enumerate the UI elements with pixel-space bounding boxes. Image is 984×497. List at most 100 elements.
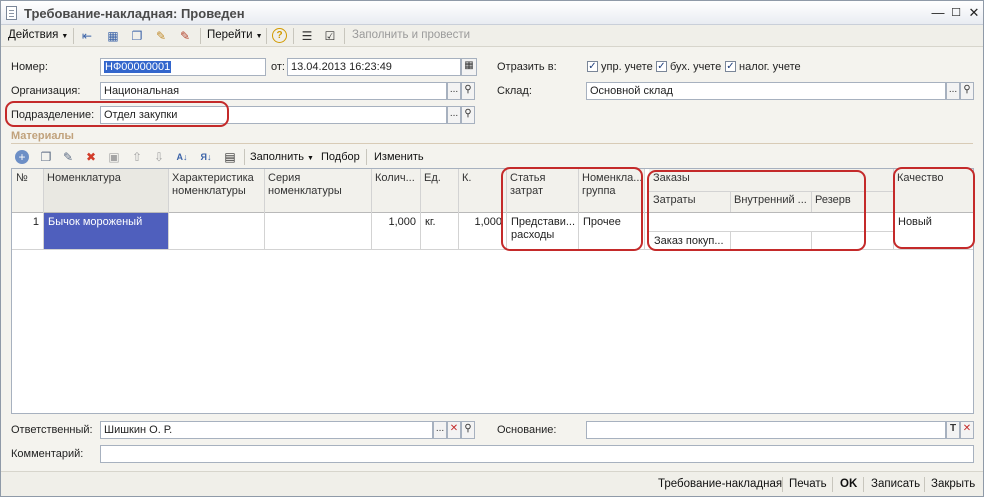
col-header-characteristic[interactable]: Характеристика номенклатуры (168, 169, 264, 212)
select-button[interactable]: ... (447, 106, 461, 124)
number-field[interactable]: НФ00000001 (100, 58, 266, 76)
move-up-icon: ⇧ (131, 150, 143, 164)
toolbar-separator (266, 28, 267, 44)
move-icon[interactable]: ⇤ (79, 28, 95, 44)
edit-button[interactable]: Изменить (374, 151, 424, 163)
reflect-acc-label: бух. учете (670, 61, 722, 73)
goto-menu[interactable]: Перейти ▼ (207, 29, 263, 41)
title-bar: Требование-накладная: Проведен — ☐ ✕ (1, 1, 983, 25)
toolbar-separator (200, 28, 201, 44)
reflect-mgmt-checkbox[interactable]: ✓ (587, 61, 598, 72)
select-button[interactable]: ... (447, 82, 461, 100)
col-header-num[interactable]: № (12, 169, 43, 212)
ok-button[interactable]: OK (840, 478, 857, 490)
organization-field[interactable]: Национальная (100, 82, 447, 100)
post-icon[interactable]: ✎ (153, 28, 169, 44)
reflect-tax-checkbox[interactable]: ✓ (725, 61, 736, 72)
goto-menu-label: Перейти (207, 29, 253, 41)
search-icon[interactable]: ⚲ (960, 82, 974, 100)
number-label: Номер: (11, 61, 48, 73)
clear-icon[interactable]: ✕ (960, 421, 974, 439)
cell-series[interactable] (265, 213, 371, 219)
col-header-item[interactable]: Номенклатура (43, 169, 168, 212)
comment-field[interactable] (100, 445, 974, 463)
fill-menu-label: Заполнить (250, 151, 305, 163)
delete-row-icon[interactable]: ✖ (84, 150, 98, 164)
col-line (264, 169, 265, 250)
list-icon[interactable]: ☰ (299, 28, 315, 44)
toolbar-separator (244, 149, 245, 165)
basis-field[interactable] (586, 421, 946, 439)
cell-item[interactable]: Бычок мороженый (44, 213, 168, 249)
reflect-acc-checkbox[interactable]: ✓ (656, 61, 667, 72)
comment-label: Комментарий: (11, 448, 84, 460)
footer-separator (863, 477, 864, 492)
fill-menu[interactable]: Заполнить ▼ (250, 151, 314, 163)
move-down-icon: ⇩ (153, 150, 165, 164)
cell-num: 1 (32, 216, 39, 228)
dropdown-arrow-icon: ▼ (255, 33, 263, 40)
col-header-qty[interactable]: Колич... (371, 169, 420, 212)
reflect-tax-label: налог. учете (739, 61, 801, 73)
col-line (420, 169, 421, 250)
orders-highlight (647, 170, 866, 251)
calendar-icon[interactable]: ▦ (461, 58, 477, 76)
close-button[interactable]: Закрыть (931, 478, 975, 490)
col-header-unit[interactable]: Ед. (420, 169, 458, 212)
toolbar-separator (293, 28, 294, 44)
structure-icon[interactable]: ▦ (105, 28, 121, 44)
copy-row-icon[interactable]: ❐ (39, 150, 53, 164)
select-button[interactable]: ... (433, 421, 447, 439)
cell-k[interactable]: 1,000 (459, 213, 506, 232)
pick-button[interactable]: Подбор (321, 151, 360, 163)
sort-asc-icon[interactable]: A↓ (175, 150, 189, 164)
actions-menu[interactable]: Действия ▼ (8, 29, 68, 41)
col-line (168, 169, 169, 250)
date-field[interactable]: 13.04.2013 16:23:49 (287, 58, 461, 76)
print-button[interactable]: Печать (789, 478, 827, 490)
section-divider (11, 143, 973, 144)
copy-icon[interactable]: ❐ (129, 28, 145, 44)
department-highlight (5, 101, 229, 127)
col-header-k[interactable]: К. (458, 169, 506, 212)
type-icon[interactable]: T (946, 421, 960, 439)
footer-bar: Требование-накладная Печать OK Записать … (1, 471, 983, 496)
col-line (371, 169, 372, 250)
unpost-icon[interactable]: ✎ (177, 28, 193, 44)
main-toolbar: Действия ▼ ⇤ ▦ ❐ ✎ ✎ Перейти ▼ ? ☰ ☑ Запол… (1, 25, 983, 47)
cell-characteristic[interactable] (169, 213, 264, 219)
add-row-icon[interactable]: + (15, 150, 29, 164)
search-icon[interactable]: ⚲ (461, 106, 475, 124)
warehouse-field[interactable]: Основной склад (586, 82, 946, 100)
reflect-label: Отразить в: (497, 61, 557, 73)
edit-row-icon[interactable]: ✎ (61, 150, 75, 164)
cost-group-highlight (501, 167, 643, 251)
document-print-form-button[interactable]: Требование-накладная (658, 478, 782, 490)
document-icon (6, 6, 17, 20)
minimize-icon[interactable]: — (929, 5, 947, 21)
end-edit-icon: ▣ (108, 150, 120, 164)
help-icon[interactable]: ? (272, 28, 287, 43)
toolbar-separator (366, 149, 367, 165)
search-icon[interactable]: ⚲ (461, 421, 475, 439)
cell-qty[interactable]: 1,000 (372, 213, 420, 232)
footer-separator (782, 477, 783, 492)
barcode-icon[interactable]: ▤ (223, 150, 237, 164)
col-line (644, 169, 645, 250)
dropdown-arrow-icon: ▼ (61, 33, 69, 40)
close-icon[interactable]: ✕ (965, 5, 983, 21)
search-icon[interactable]: ⚲ (461, 82, 475, 100)
sort-desc-icon[interactable]: Я↓ (199, 150, 213, 164)
warehouse-label: Склад: (497, 85, 532, 97)
fill-and-post-button: Заполнить и провести (352, 29, 471, 41)
col-header-series[interactable]: Серия номенклатуры (264, 169, 371, 212)
clear-icon[interactable]: ✕ (447, 421, 461, 439)
checklist-icon[interactable]: ☑ (322, 28, 338, 44)
date-label: от: (271, 61, 285, 73)
select-button[interactable]: ... (946, 82, 960, 100)
save-button[interactable]: Записать (871, 478, 920, 490)
maximize-icon[interactable]: ☐ (947, 5, 965, 21)
cell-unit[interactable]: кг. (421, 213, 458, 232)
responsible-field[interactable]: Шишкин О. Р. (100, 421, 433, 439)
window-title: Требование-накладная: Проведен (24, 6, 245, 21)
